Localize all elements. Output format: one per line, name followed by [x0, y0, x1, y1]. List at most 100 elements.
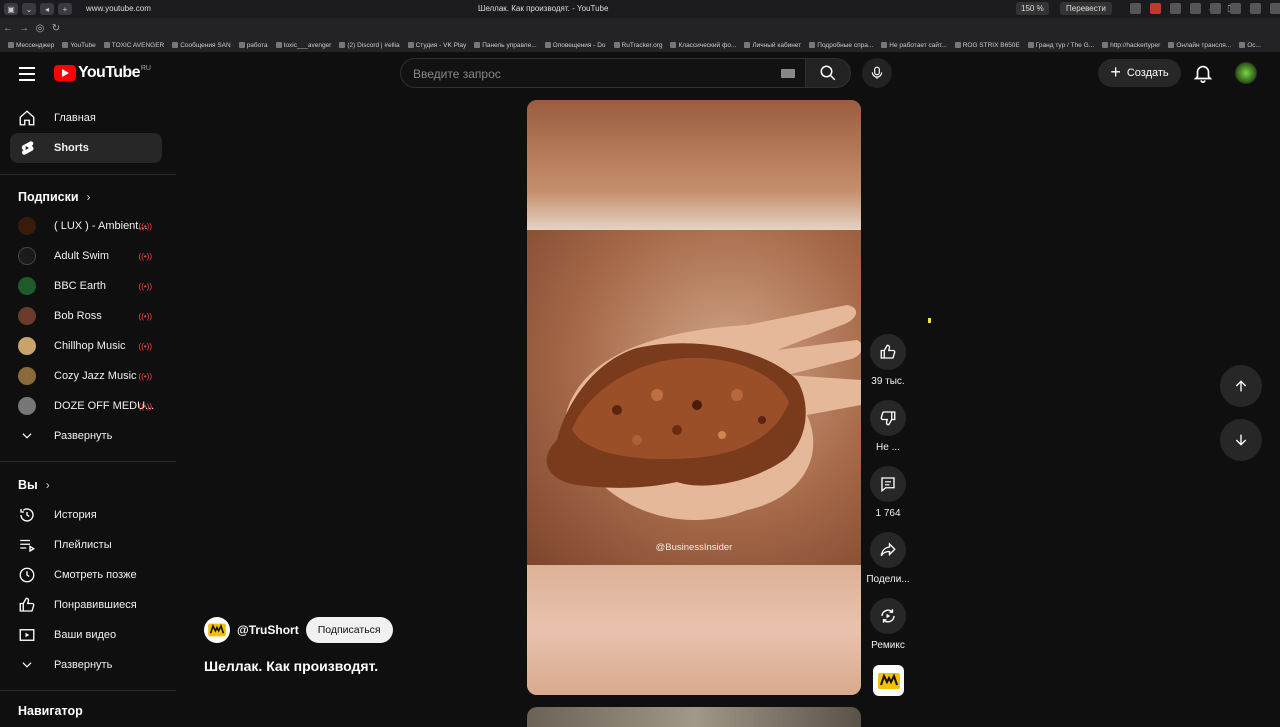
- sidebar-sub-item[interactable]: Adult Swim ((•)): [10, 241, 162, 271]
- sidebar-item-your-videos[interactable]: Ваши видео: [10, 620, 162, 650]
- sidebar-item-home[interactable]: Главная: [10, 103, 162, 133]
- comment-icon: [870, 466, 906, 502]
- bookmark-item[interactable]: Студия - VK Play: [408, 42, 467, 49]
- sidebar-item-playlists[interactable]: Плейлисты: [10, 530, 162, 560]
- new-tab-icon[interactable]: +: [58, 3, 72, 15]
- chevron-right-icon: ›: [45, 478, 50, 492]
- extension-icon[interactable]: [1210, 3, 1221, 14]
- next-short-preview[interactable]: [527, 707, 861, 727]
- extension-icon[interactable]: [1170, 3, 1181, 14]
- extension-icon[interactable]: [1250, 3, 1261, 14]
- bookmark-item[interactable]: Панель управле...: [474, 42, 536, 49]
- next-short-button[interactable]: [1220, 419, 1262, 461]
- you-heading[interactable]: Вы ›: [18, 478, 50, 492]
- dislike-button[interactable]: Не ...: [865, 400, 911, 453]
- thumbs-down-icon: [870, 400, 906, 436]
- channel-avatar: [18, 307, 36, 325]
- bookmark-item[interactable]: Гранд тур / The G...: [1028, 42, 1094, 49]
- url-field[interactable]: www.youtube.com: [86, 4, 151, 13]
- extension-icon[interactable]: [1130, 3, 1141, 14]
- channel-avatar: [18, 367, 36, 385]
- create-button[interactable]: + Создать: [1098, 59, 1181, 87]
- forward-icon[interactable]: →: [16, 23, 32, 34]
- sidebar: Главная Shorts Подписки › ( LUX ) - Ambie…: [0, 96, 176, 720]
- bookmark-item[interactable]: Не работает сайт...: [881, 42, 946, 49]
- bookmark-item[interactable]: работа: [239, 42, 268, 49]
- tab-dropdown-icon[interactable]: ⌄: [22, 3, 36, 15]
- channel-name[interactable]: @TruShort: [237, 623, 299, 637]
- speed-dial-icon[interactable]: ◎: [32, 23, 48, 34]
- thumbs-up-icon: [870, 334, 906, 370]
- sidebar-sub-item[interactable]: DOZE OFF MEDU... ((•)): [10, 391, 162, 421]
- keyboard-icon[interactable]: [781, 69, 795, 78]
- extension-icon[interactable]: [1190, 3, 1201, 14]
- bookmark-item[interactable]: toxic___avenger: [276, 42, 332, 49]
- channel-avatar[interactable]: [204, 617, 230, 643]
- bookmark-item[interactable]: Онлайн трансля...: [1168, 42, 1231, 49]
- sidebar-item-history[interactable]: История: [10, 500, 162, 530]
- bookmark-item[interactable]: ROG STRIX B650E: [955, 42, 1020, 49]
- channel-avatar: [18, 337, 36, 355]
- arrow-up-icon: [1235, 380, 1247, 392]
- sidebar-sub-item[interactable]: BBC Earth ((•)): [10, 271, 162, 301]
- comments-button[interactable]: 1 764: [865, 466, 911, 519]
- sidebar-item-watch-later[interactable]: Смотреть позже: [10, 560, 162, 590]
- subscribe-button[interactable]: Подписаться: [305, 617, 393, 643]
- short-video-player[interactable]: @BusinessInsider: [527, 100, 861, 695]
- bookmark-item[interactable]: Мессенджер: [8, 42, 54, 49]
- voice-search-button[interactable]: [862, 58, 892, 88]
- history-icon: [18, 506, 36, 524]
- bookmark-item[interactable]: TOXIC AVENGER: [104, 42, 165, 49]
- live-icon: ((•)): [138, 282, 152, 291]
- bookmark-item[interactable]: http://hackertyper: [1102, 42, 1160, 49]
- youtube-header: YouTube RU + Создать: [0, 52, 1280, 96]
- extension-icon[interactable]: [1150, 3, 1161, 14]
- video-watermark: @BusinessInsider: [655, 542, 733, 553]
- bookmark-item[interactable]: YouTube: [62, 42, 96, 49]
- bookmark-item[interactable]: Сообщения SAN: [172, 42, 230, 49]
- divider: [0, 174, 176, 175]
- share-button[interactable]: Подели...: [865, 532, 911, 585]
- sidebar-sub-item[interactable]: Bob Ross ((•)): [10, 301, 162, 331]
- previous-short-button[interactable]: [1220, 365, 1262, 407]
- hamburger-menu-icon[interactable]: [16, 62, 40, 86]
- expand-subscriptions-button[interactable]: Развернуть: [10, 421, 162, 451]
- sidebar-item-liked[interactable]: Понравившиеся: [10, 590, 162, 620]
- bookmark-item[interactable]: Подробные спра...: [809, 42, 873, 49]
- expand-you-button[interactable]: Развернуть: [10, 650, 162, 680]
- plus-icon: +: [1110, 62, 1121, 82]
- youtube-logo[interactable]: YouTube RU: [54, 64, 151, 82]
- channel-thumbnail[interactable]: [873, 665, 904, 696]
- back-icon[interactable]: ←: [0, 23, 16, 34]
- zoom-level[interactable]: 150 %: [1016, 2, 1049, 15]
- sidebar-sub-item[interactable]: Cozy Jazz Music ((•)): [10, 361, 162, 391]
- sidebar-sub-item[interactable]: Chillhop Music ((•)): [10, 331, 162, 361]
- reload-icon[interactable]: ↻: [48, 23, 64, 34]
- tab-back-icon[interactable]: ◂: [40, 3, 54, 15]
- live-icon: ((•)): [138, 222, 152, 231]
- translate-button[interactable]: Перевести: [1060, 2, 1112, 15]
- extension-icon[interactable]: [1230, 3, 1241, 14]
- bookmark-item[interactable]: Личный кабинет: [744, 42, 801, 49]
- extension-icon[interactable]: [1270, 3, 1280, 14]
- live-icon: ((•)): [138, 402, 152, 411]
- sidebar-sub-item[interactable]: ( LUX ) - Ambient... ((•)): [10, 211, 162, 241]
- subscriptions-heading[interactable]: Подписки ›: [18, 190, 91, 204]
- browser-menu-icon[interactable]: ▣: [4, 3, 18, 15]
- search-input[interactable]: [413, 65, 753, 83]
- like-button[interactable]: 39 тыс.: [865, 334, 911, 387]
- bookmark-item[interactable]: Ос...: [1239, 42, 1261, 49]
- microphone-icon: [871, 66, 883, 79]
- channel-avatar: [18, 277, 36, 295]
- bookmark-item[interactable]: (2) Discord | #ellia: [339, 42, 399, 49]
- sidebar-item-shorts[interactable]: Shorts: [10, 133, 162, 163]
- bookmark-item[interactable]: RuTracker.org: [614, 42, 663, 49]
- live-icon: ((•)): [138, 252, 152, 261]
- bookmark-item[interactable]: Классический фо...: [670, 42, 736, 49]
- remix-button[interactable]: Ремикс: [865, 598, 911, 651]
- bookmark-item[interactable]: Оповещения - Do: [545, 42, 606, 49]
- account-avatar[interactable]: [1235, 62, 1257, 84]
- search-button[interactable]: [805, 58, 851, 88]
- notifications-bell-icon[interactable]: [1192, 62, 1214, 84]
- share-icon: [870, 532, 906, 568]
